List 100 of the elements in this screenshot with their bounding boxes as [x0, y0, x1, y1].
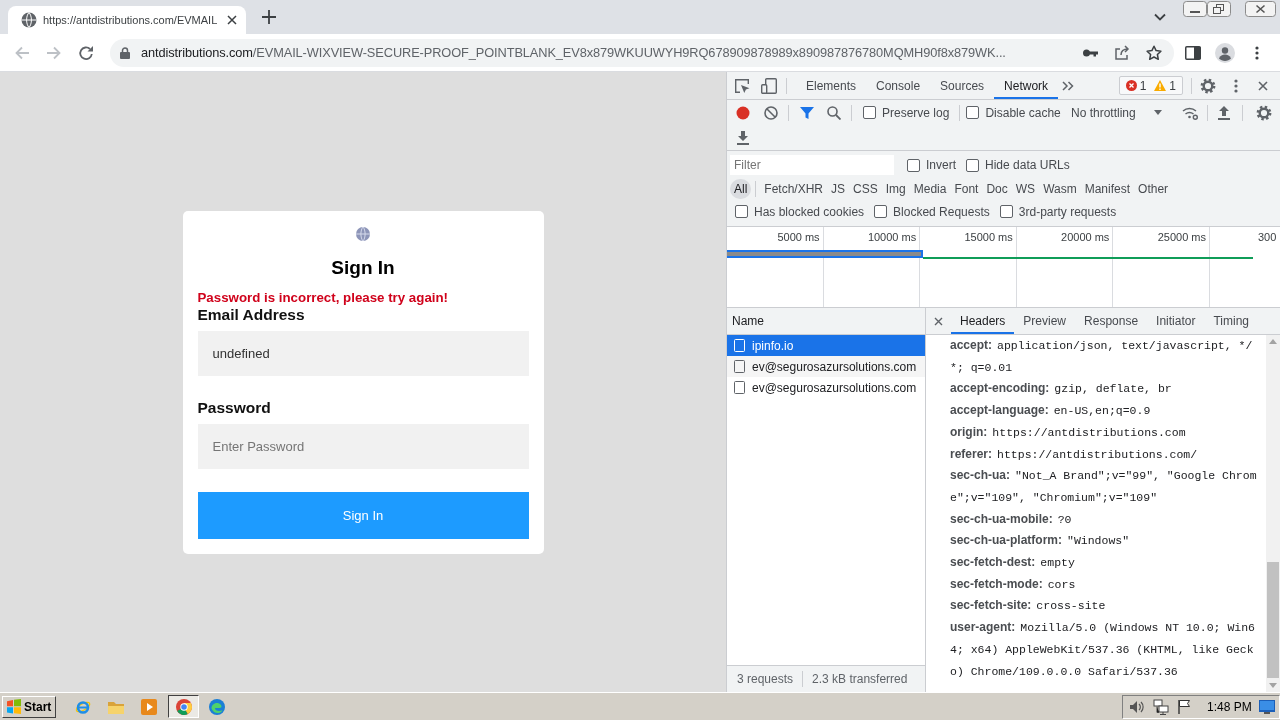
checkbox[interactable] [907, 158, 920, 172]
detail-tab[interactable]: Timing [1204, 308, 1258, 334]
filter-chip[interactable]: WS [1011, 178, 1040, 199]
request-header: accept-language: en-US,en;q=0.9 [950, 402, 1152, 420]
tick-label: 25000 ms [1157, 231, 1207, 243]
checkbox-label: Hide data URLs [985, 158, 1070, 172]
logo-icon [6, 699, 22, 714]
checkbox[interactable] [874, 205, 888, 218]
caret-icon [1154, 110, 1162, 115]
lock-icon[interactable] [120, 46, 130, 59]
network-conditions-icon[interactable] [1182, 105, 1198, 120]
star-icon[interactable] [1146, 44, 1162, 61]
search-icon[interactable] [827, 105, 841, 120]
filter-chip[interactable]: Font [950, 178, 983, 199]
request-header: sec-ch-ua: "Not_A Brand";v="99", "Google Chrome";v="109", "Chromium";v="109" [950, 467, 1258, 506]
restore-icon[interactable] [1207, 1, 1231, 17]
filter-chip[interactable]: All [730, 178, 752, 199]
filter-chip[interactable]: Img [881, 178, 910, 199]
settings-icon[interactable] [1200, 77, 1216, 94]
taskbar-button[interactable] [168, 695, 200, 718]
wave-logo-icon[interactable] [209, 698, 226, 715]
filter-chip[interactable]: Fetch/XHR [760, 178, 828, 199]
clear-icon[interactable] [764, 105, 778, 120]
record-icon[interactable] [736, 105, 750, 120]
detail-tab[interactable]: Response [1075, 308, 1148, 334]
status-text: 2.3 kB transferred [812, 672, 908, 686]
tick-label: 20000 ms [1061, 231, 1111, 243]
throttling-dropdown[interactable]: No throttling [1068, 102, 1168, 123]
request-row[interactable]: ev@segurosazursolutions.com [727, 377, 925, 398]
upload-icon[interactable] [1218, 105, 1230, 120]
inspect-icon[interactable] [734, 77, 750, 94]
minimize-icon[interactable] [1183, 1, 1207, 17]
request-header: accept-encoding: gzip, deflate, br [950, 380, 1173, 398]
panel-tab[interactable]: Elements [796, 72, 867, 99]
scrollbar[interactable] [1266, 335, 1280, 692]
browser-tab[interactable]: https://antdistributions.com/EVMAIL [8, 6, 246, 34]
filter-chip[interactable]: CSS [849, 178, 882, 199]
avatar-icon[interactable] [1215, 42, 1235, 63]
checkbox-label: Disable cache [985, 105, 1061, 120]
panel-tab[interactable]: Sources [930, 72, 995, 99]
settings-icon[interactable] [1256, 104, 1272, 121]
filter-chip[interactable]: Wasm [1039, 178, 1081, 199]
detail-tab[interactable]: Initiator [1147, 308, 1205, 334]
input-field[interactable]: Enter Password [197, 423, 529, 469]
desktop-icon[interactable] [1259, 699, 1275, 714]
side-panel-icon[interactable] [1185, 45, 1201, 60]
more-tabs-icon[interactable] [1062, 80, 1075, 91]
input-field[interactable]: undefined [197, 330, 529, 376]
heading: Sign In [331, 255, 395, 280]
device-icon[interactable] [761, 77, 777, 94]
flag-icon[interactable] [1177, 699, 1191, 714]
panel-tab[interactable]: Network [994, 72, 1059, 99]
filter-chip[interactable]: Media [909, 178, 951, 199]
checkbox[interactable] [999, 205, 1013, 218]
close-icon[interactable] [227, 15, 237, 25]
issues-button[interactable]: 1 1 [1118, 76, 1183, 95]
file-icon [734, 360, 745, 373]
network-icon[interactable] [1153, 698, 1169, 715]
request-header: user-agent: Mozilla/5.0 (Windows NT 10.0; Win64; x64) AppleWebKit/537.36 (KHTML, like Gecko) Chrome/109.0.0.0 Safari/537.36 [950, 619, 1256, 680]
filter-icon[interactable] [800, 105, 814, 120]
request-header: sec-ch-ua-platform: "Windows" [950, 532, 1131, 550]
filter-chip[interactable]: Other [1134, 178, 1173, 199]
request-row[interactable]: ev@segurosazursolutions.com [727, 356, 925, 377]
filter-chip[interactable]: Manifest [1080, 178, 1135, 199]
speaker-icon[interactable] [1129, 699, 1145, 714]
filter-field[interactable]: Filter [730, 155, 894, 175]
checkbox[interactable] [966, 158, 979, 172]
field-label: Password [197, 398, 271, 417]
close-icon[interactable] [934, 316, 943, 326]
filter-chip[interactable]: JS [827, 178, 850, 199]
panel-tab[interactable]: Console [866, 72, 931, 99]
chevron-down-icon[interactable] [1154, 13, 1166, 21]
filter-chip[interactable]: Doc [982, 178, 1012, 199]
menu-icon[interactable] [1255, 45, 1259, 60]
detail-tab[interactable]: Preview [1014, 308, 1076, 334]
scrollbar-thumb[interactable] [1267, 562, 1279, 678]
menu-icon[interactable] [1234, 78, 1238, 93]
tick-label: 300 [1256, 231, 1277, 243]
request-row[interactable]: ipinfo.io [727, 335, 925, 356]
reload-icon[interactable] [78, 44, 94, 61]
close-icon[interactable] [1258, 80, 1268, 91]
tick-label: 15000 ms [964, 231, 1014, 243]
media-player-icon[interactable] [141, 698, 158, 715]
address-bar[interactable]: antdistributions.com/EVMAIL-WIXVIEW-SECURE-PROOF_POINTBLANK_EV8x879WKUUWYH9RQ678909878989x890987876780MQMH90f8x879WK... [110, 38, 1174, 67]
checkbox[interactable] [863, 106, 876, 119]
plus-icon[interactable] [262, 10, 276, 24]
field-label: Email Address [197, 305, 305, 324]
request-header: sec-ch-ua-mobile: ?0 [950, 510, 1073, 528]
share-icon[interactable] [1114, 44, 1130, 61]
circle-logo-icon[interactable] [175, 698, 192, 715]
start-button[interactable]: Start [2, 695, 57, 718]
checkbox[interactable] [735, 205, 748, 218]
status-text: 3 requests [737, 672, 794, 686]
close-icon[interactable] [1245, 1, 1276, 17]
download-icon[interactable] [737, 130, 749, 145]
clock[interactable]: 1:48 PM [1207, 699, 1252, 714]
request-header: origin: https://antdistributions.com [950, 423, 1187, 441]
column-header[interactable]: Name [727, 308, 925, 335]
checkbox[interactable] [966, 106, 980, 119]
checkbox-label: Invert [926, 158, 956, 172]
